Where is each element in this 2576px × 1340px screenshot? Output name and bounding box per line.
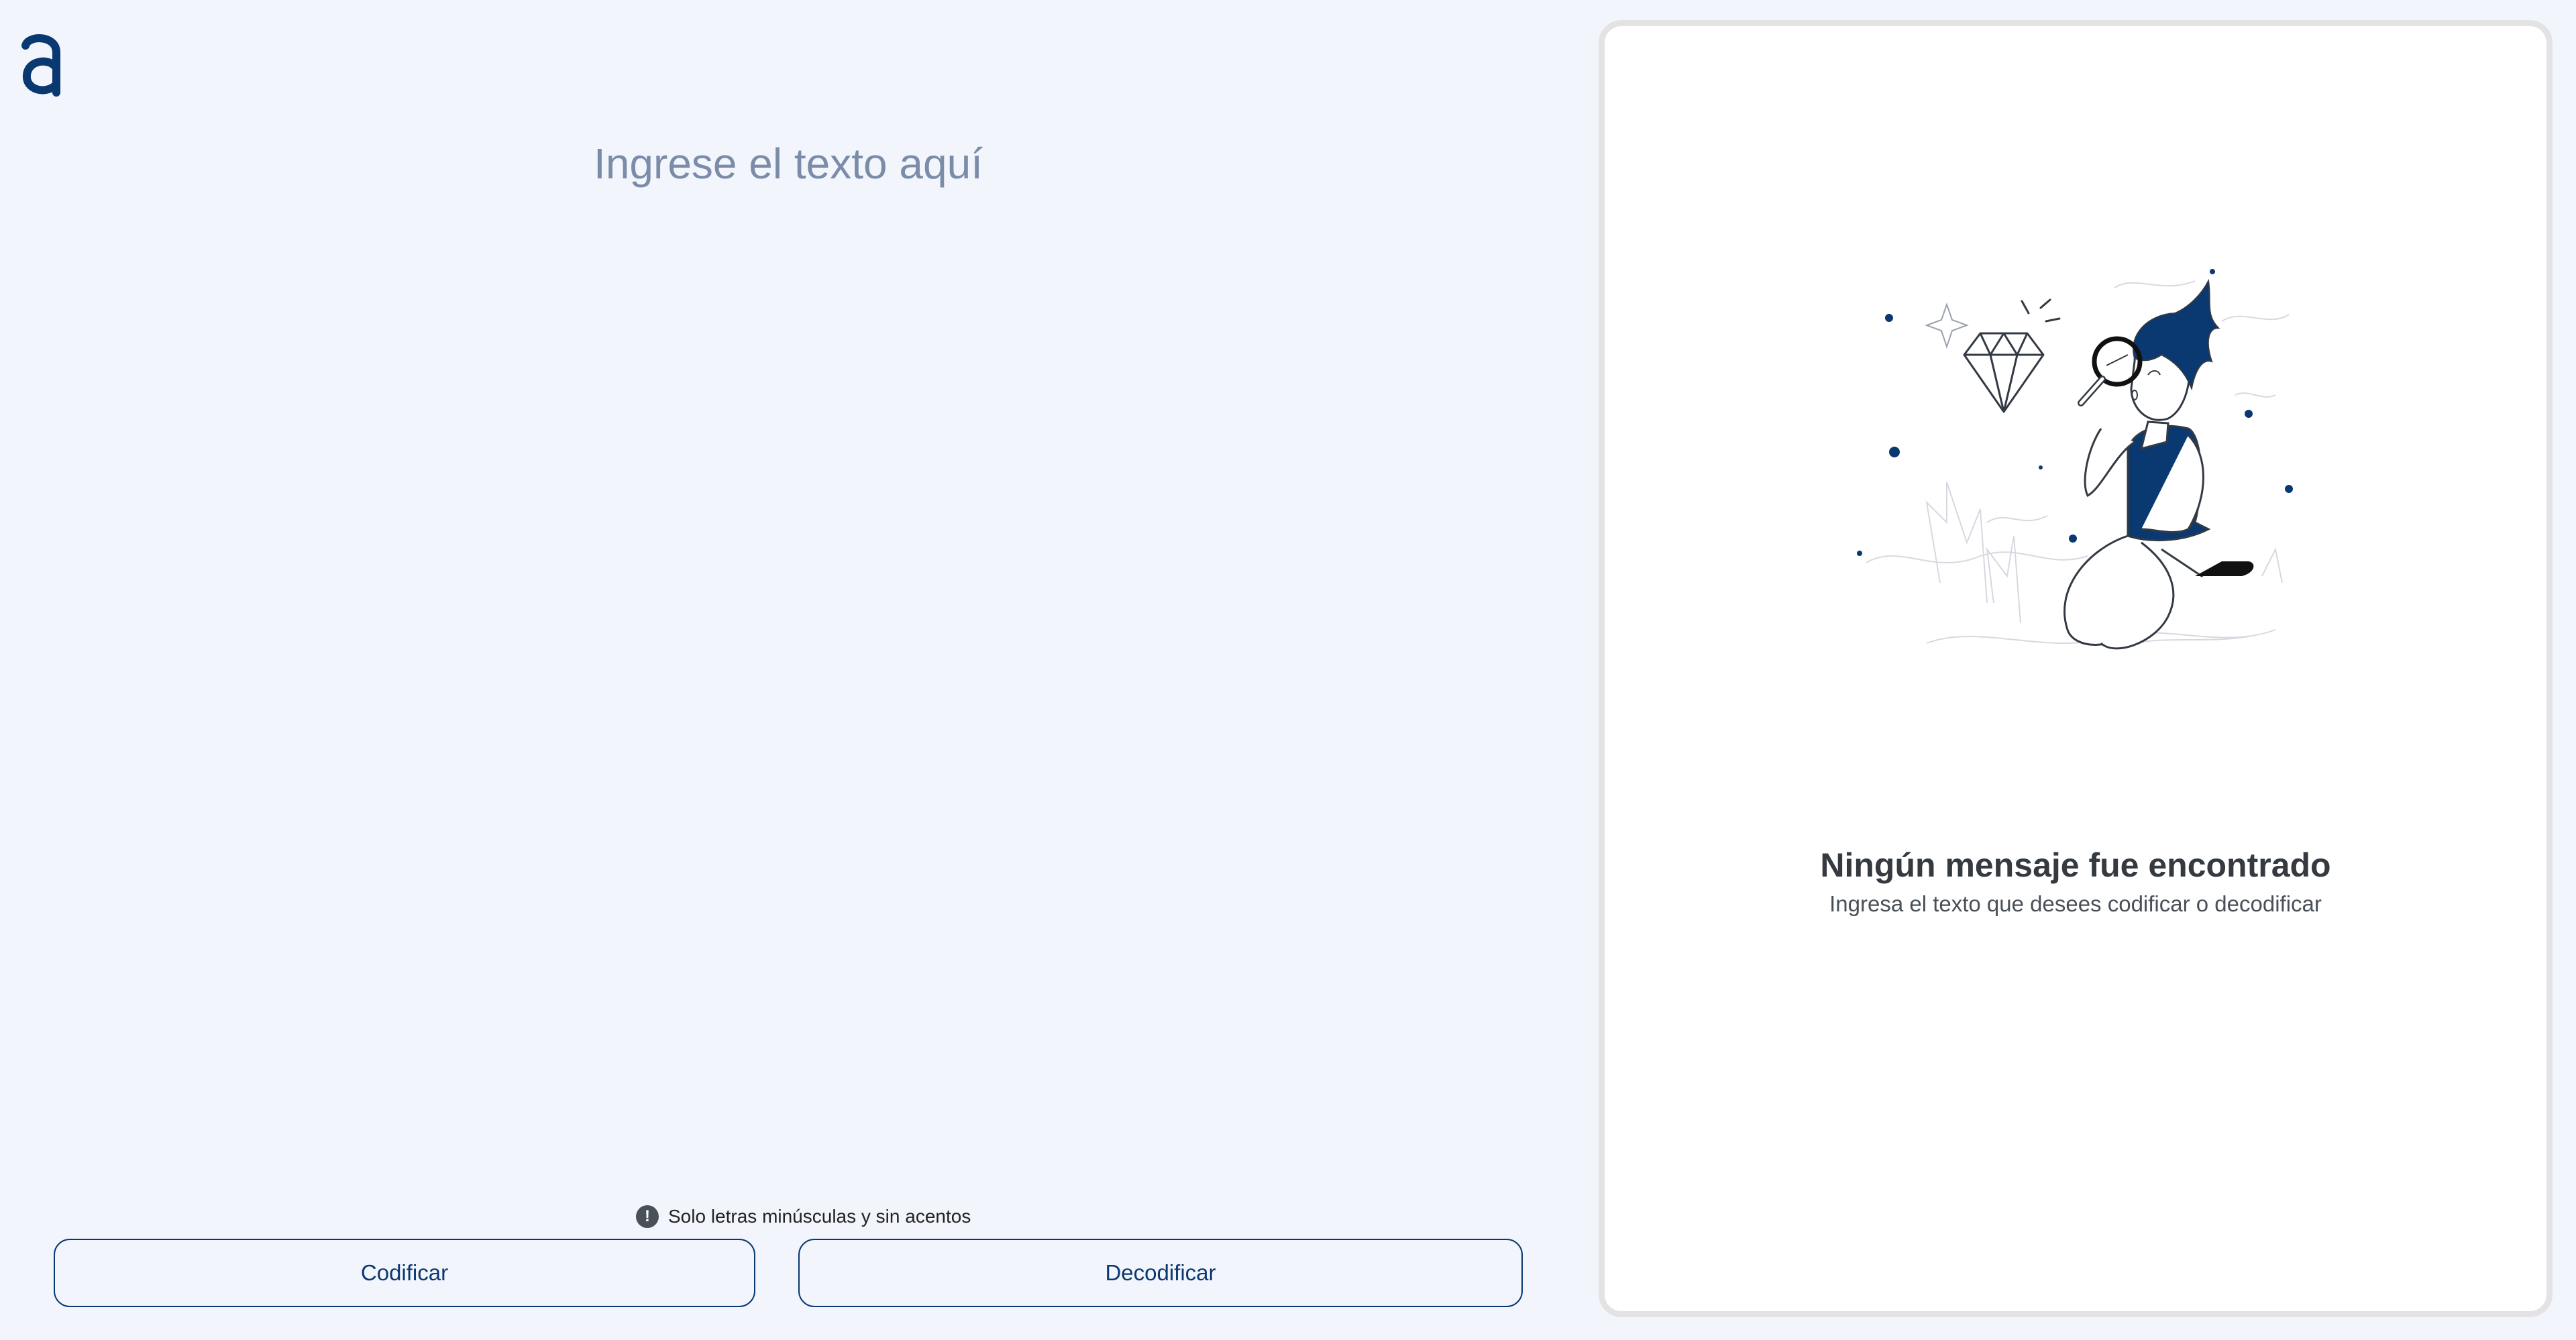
- empty-state-title: Ningún mensaje fue encontrado: [1820, 846, 2331, 884]
- text-input[interactable]: [54, 134, 1523, 1140]
- hint-text: Solo letras minúsculas y sin acentos: [668, 1206, 971, 1227]
- decode-button[interactable]: Decodificar: [798, 1239, 1523, 1307]
- diamond-search-illustration-icon: [1857, 269, 2293, 650]
- output-panel: Ningún mensaje fue encontrado Ingresa el…: [1599, 20, 2553, 1317]
- exclamation-circle-icon: !: [636, 1205, 659, 1228]
- alura-a-logo-icon: [21, 34, 60, 97]
- input-hint: ! Solo letras minúsculas y sin acentos: [636, 1205, 971, 1229]
- encode-button[interactable]: Codificar: [54, 1239, 755, 1307]
- person-with-magnifier-illustration: [1846, 227, 2316, 683]
- alura-logo: [19, 31, 66, 98]
- empty-state-subtitle: Ingresa el texto que desees codificar o …: [1829, 891, 2322, 916]
